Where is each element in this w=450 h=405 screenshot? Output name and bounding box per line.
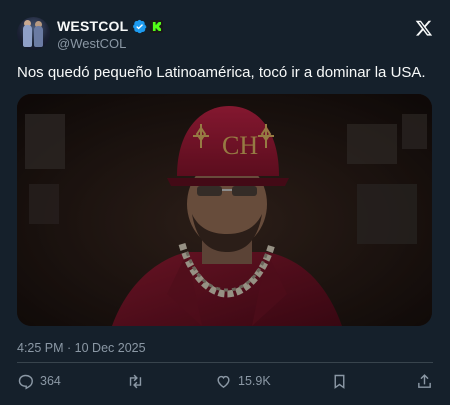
- tweet-timestamp[interactable]: 4:25 PM · 10 Dec 2025: [17, 341, 146, 355]
- heart-icon: [217, 375, 230, 388]
- display-name[interactable]: WESTCOL: [57, 18, 128, 34]
- action-bar: 364 15.9K: [17, 370, 433, 392]
- tweet-header: WESTCOL @WestCOL: [17, 17, 433, 51]
- kick-logo-icon: [150, 19, 164, 33]
- avatar[interactable]: [17, 17, 50, 50]
- verified-badge-icon: [133, 19, 147, 33]
- tweet-media[interactable]: CH: [17, 94, 432, 326]
- retweet-button[interactable]: [127, 370, 150, 392]
- handle[interactable]: @WestCOL: [57, 36, 163, 51]
- x-logo-icon[interactable]: [415, 19, 433, 37]
- share-button[interactable]: [416, 370, 433, 392]
- reply-count: 364: [40, 374, 61, 388]
- tweet-text: Nos quedó pequeño Latinoamérica, tocó ir…: [17, 64, 426, 81]
- like-button[interactable]: 15.9K: [215, 370, 271, 392]
- author-names: WESTCOL @WestCOL: [57, 17, 164, 51]
- bookmark-icon: [334, 374, 345, 389]
- like-count: 15.9K: [238, 374, 271, 388]
- tweet-card: WESTCOL @WestCOL Nos quedó pequeño Latin…: [0, 0, 450, 405]
- retweet-icon: [129, 374, 142, 388]
- share-icon: [418, 373, 431, 388]
- media-image: CH: [17, 94, 432, 326]
- divider: [17, 362, 433, 363]
- reply-icon: [18, 374, 33, 390]
- bookmark-button[interactable]: [331, 370, 348, 392]
- reply-button[interactable]: 364: [17, 370, 61, 392]
